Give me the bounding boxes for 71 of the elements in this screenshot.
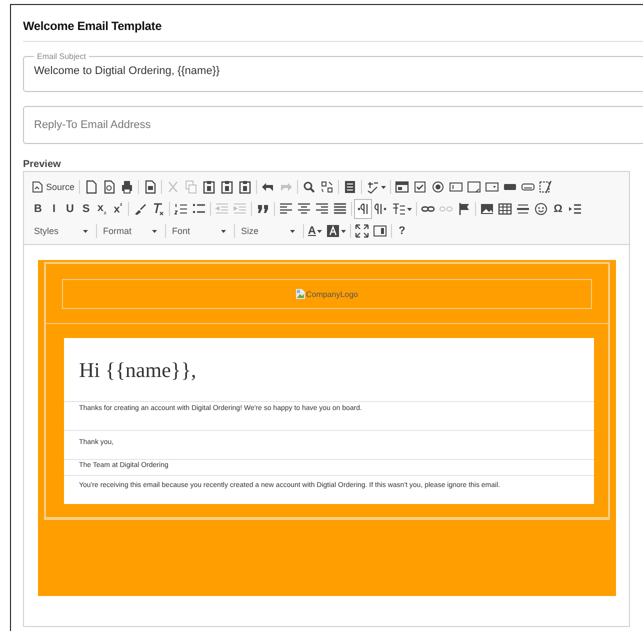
source-button[interactable]: Source	[30, 177, 77, 197]
broken-image-icon	[296, 289, 305, 299]
image-icon	[480, 202, 494, 216]
email-subject-field[interactable]: Email Subject Welcome to Digtial Ordering, {{name}}	[23, 52, 643, 92]
format-button[interactable]: U	[62, 199, 78, 219]
format-dropdown[interactable]: Format	[99, 221, 161, 241]
horizontal-line-icon	[516, 202, 530, 216]
caret-icon	[290, 230, 295, 232]
checkbox-icon	[412, 180, 427, 194]
reply-to-field[interactable]: Reply-To Email Address	[23, 106, 643, 144]
caret-icon	[380, 186, 386, 188]
outdent-icon	[215, 202, 229, 216]
cut-icon	[166, 180, 180, 194]
caret-icon	[221, 230, 226, 232]
align-left-icon	[279, 202, 293, 216]
format-button[interactable]: B	[30, 199, 46, 219]
caret-icon	[152, 230, 157, 232]
text-color-button[interactable]: A	[306, 221, 324, 241]
search-icon	[302, 180, 316, 194]
spellcheck-icon	[366, 180, 380, 194]
format-button[interactable]: ?	[394, 221, 410, 241]
document-icon	[32, 181, 43, 193]
justify-icon	[333, 202, 347, 216]
caret-icon	[340, 230, 346, 232]
format-button[interactable]: Ω	[550, 199, 566, 219]
smiley-icon	[534, 202, 548, 216]
table-icon	[498, 202, 512, 216]
page-break-icon	[568, 202, 582, 216]
email-greeting: Hi {{name}},	[78, 357, 198, 384]
caret-icon	[316, 230, 322, 232]
format-button[interactable]: I	[46, 199, 62, 219]
email-subject-field[interactable]: Welcome to Digtial Ordering, {{name}}	[34, 65, 643, 77]
clipboard-icon	[220, 180, 234, 194]
format-dropdown[interactable]: Font	[168, 221, 230, 241]
bulleted-list-icon	[192, 202, 206, 216]
select-field-icon	[484, 180, 499, 194]
panel-title: Welcome Email Template	[23, 18, 163, 35]
preview-icon	[102, 180, 116, 194]
format-dropdown[interactable]: Size	[237, 221, 299, 241]
background-color-icon	[326, 224, 340, 238]
new-page-icon	[84, 180, 98, 194]
quote-icon	[256, 202, 270, 216]
copy-icon	[184, 180, 198, 194]
redo-icon	[278, 180, 293, 194]
printer-icon	[120, 180, 134, 194]
toolbar-button[interactable]	[354, 199, 372, 219]
format-button[interactable]: S	[78, 199, 94, 219]
format-button[interactable]: x$^{²}$	[110, 199, 126, 219]
template-icon	[142, 180, 157, 194]
numbered-list-icon	[174, 202, 188, 216]
text-field-icon	[448, 180, 463, 194]
form-icon	[394, 180, 409, 194]
radio-icon	[430, 180, 445, 194]
maximize-icon	[354, 224, 369, 238]
show-blocks-icon	[372, 224, 387, 238]
caret-icon	[83, 230, 88, 232]
clipboard-icon	[202, 180, 216, 194]
format-dropdown[interactable]: Styles	[30, 221, 92, 241]
indent-icon	[233, 202, 247, 216]
caret-icon	[407, 208, 412, 210]
align-center-icon	[297, 202, 311, 216]
field-label: Email Subject	[36, 52, 87, 61]
align-right-icon	[315, 202, 329, 216]
flag-icon	[457, 202, 471, 216]
logo-alt-text: CompanyLogo	[306, 290, 358, 298]
text-area-icon	[466, 180, 481, 194]
format-button[interactable]: x$_{₂}$	[94, 199, 110, 219]
preview-label: Preview	[23, 159, 62, 171]
clipboard-icon	[238, 180, 252, 194]
remove-format-icon	[151, 202, 165, 216]
brush-icon	[133, 202, 147, 216]
